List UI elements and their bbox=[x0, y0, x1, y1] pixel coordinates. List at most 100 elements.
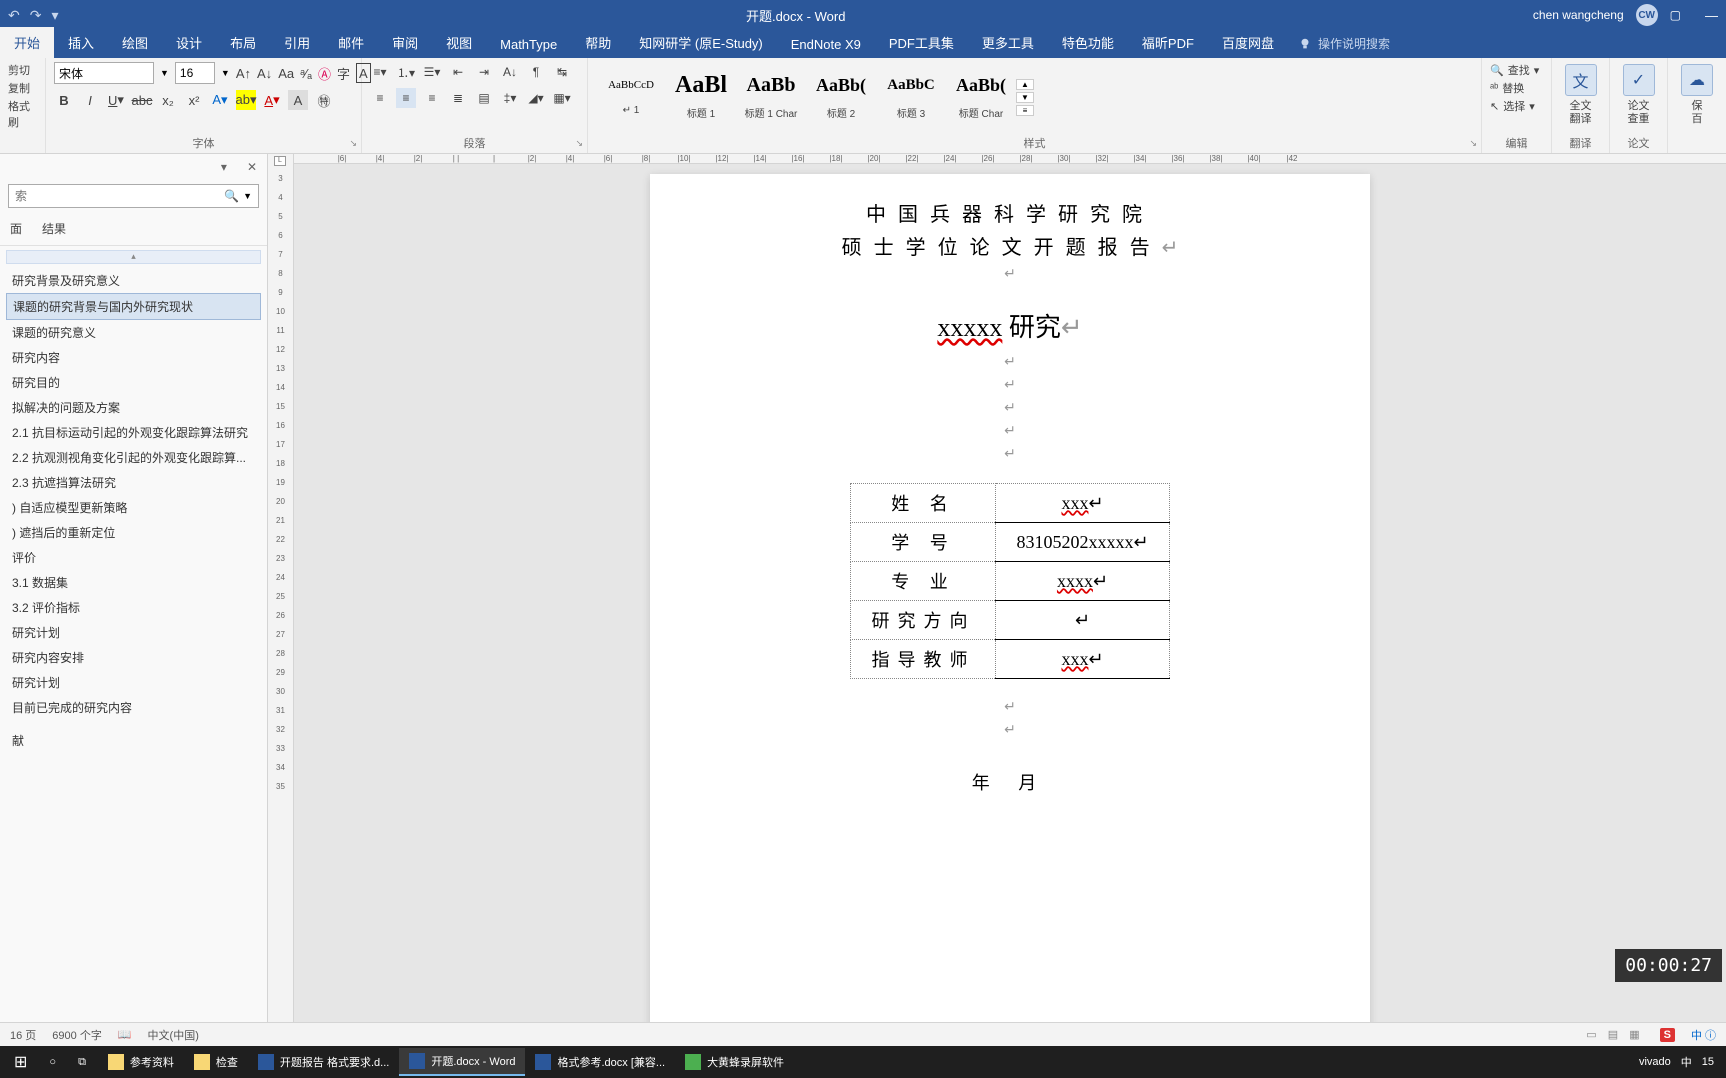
translate-icon[interactable]: 文 bbox=[1565, 64, 1597, 96]
taskbar-item[interactable]: 格式参考.docx [兼容... bbox=[525, 1048, 675, 1076]
tray-ime[interactable]: 中 bbox=[1681, 1054, 1692, 1070]
highlight-icon[interactable]: ab▾ bbox=[236, 90, 256, 110]
search-button[interactable]: ○ bbox=[39, 1048, 66, 1076]
tab-insert[interactable]: 插入 bbox=[54, 27, 108, 58]
ribbon-display-icon[interactable]: ▢ bbox=[1670, 8, 1681, 22]
styles-gallery[interactable]: AaBbCcD↵ 1 AaBl标题 1 AaBb标题 1 Char AaBb(标… bbox=[596, 62, 1473, 133]
nav-tab-results[interactable]: 结果 bbox=[42, 220, 66, 237]
ime-lang[interactable]: 中 ⓘ bbox=[1691, 1027, 1716, 1043]
align-left-icon[interactable]: ≡ bbox=[370, 88, 390, 108]
taskbar-item[interactable]: 检查 bbox=[184, 1048, 248, 1076]
decrease-indent-icon[interactable]: ⇤ bbox=[448, 62, 468, 82]
undo-icon[interactable]: ↶ bbox=[8, 7, 20, 24]
horizontal-ruler[interactable]: |6||4||2|| |||2||4||6||8||10||12||14||16… bbox=[294, 154, 1726, 164]
document-area[interactable]: |6||4||2|| |||2||4||6||8||10||12||14||16… bbox=[294, 154, 1726, 1022]
gallery-more-icon[interactable]: ≡ bbox=[1016, 105, 1034, 116]
change-case-icon[interactable]: Aa bbox=[278, 63, 294, 83]
format-painter-button[interactable]: 格式刷 bbox=[8, 98, 37, 130]
nav-outline-item[interactable]: 拟解决的问题及方案 bbox=[6, 395, 261, 420]
copy-button[interactable]: 复制 bbox=[8, 80, 37, 96]
tab-view[interactable]: 视图 bbox=[432, 27, 486, 58]
start-button[interactable]: ⊞ bbox=[4, 1048, 37, 1076]
justify-icon[interactable]: ≣ bbox=[448, 88, 468, 108]
nav-outline-item[interactable]: 目前已完成的研究内容 bbox=[6, 695, 261, 720]
page[interactable]: 中国兵器科学研究院 硕士学位论文开题报告↵ ↵ xxxxx 研究↵ ↵ ↵ ↵ … bbox=[650, 174, 1370, 1022]
tab-moretools[interactable]: 更多工具 bbox=[968, 27, 1048, 58]
nav-outline-item[interactable]: 研究计划 bbox=[6, 620, 261, 645]
web-layout-icon[interactable]: ▦ bbox=[1629, 1029, 1639, 1041]
nav-outline-item[interactable] bbox=[6, 720, 261, 728]
superscript-icon[interactable]: x² bbox=[184, 90, 204, 110]
gallery-down-icon[interactable]: ▼ bbox=[1016, 92, 1034, 103]
nav-search-input[interactable] bbox=[15, 189, 224, 203]
font-name-drop-icon[interactable]: ▼ bbox=[160, 68, 169, 78]
cloud-icon[interactable]: ☁ bbox=[1681, 64, 1713, 96]
nav-outline-item[interactable]: 课题的研究意义 bbox=[6, 320, 261, 345]
increase-indent-icon[interactable]: ⇥ bbox=[474, 62, 494, 82]
qat-more-icon[interactable]: ▾ bbox=[51, 7, 58, 24]
nav-outline-item[interactable]: 研究目的 bbox=[6, 370, 261, 395]
close-icon[interactable]: ✕ bbox=[247, 160, 257, 174]
dialog-launcher-icon[interactable]: ↘ bbox=[575, 138, 583, 149]
vertical-ruler[interactable]: L 34567891011121314151617181920212223242… bbox=[268, 154, 294, 1022]
tab-baidu[interactable]: 百度网盘 bbox=[1208, 27, 1288, 58]
nav-outline-item[interactable]: 2.2 抗观测视角变化引起的外观变化跟踪算... bbox=[6, 445, 261, 470]
nav-search[interactable]: 🔍 ▼ bbox=[8, 184, 259, 208]
font-name-input[interactable] bbox=[54, 62, 154, 84]
nav-outline-item[interactable]: 2.3 抗遮挡算法研究 bbox=[6, 470, 261, 495]
gallery-up-icon[interactable]: ▲ bbox=[1016, 79, 1034, 90]
grow-font-icon[interactable]: A↑ bbox=[236, 63, 251, 83]
taskbar-item[interactable]: 大黄蜂录屏软件 bbox=[675, 1048, 794, 1076]
tab-features[interactable]: 特色功能 bbox=[1048, 27, 1128, 58]
tab-mathtype[interactable]: MathType bbox=[486, 31, 571, 58]
tab-design[interactable]: 设计 bbox=[162, 27, 216, 58]
nav-outline-item[interactable]: 课题的研究背景与国内外研究现状 bbox=[6, 293, 261, 320]
text-effects-icon[interactable]: A▾ bbox=[210, 90, 230, 110]
nav-outline-item[interactable]: 2.1 抗目标运动引起的外观变化跟踪算法研究 bbox=[6, 420, 261, 445]
tell-me[interactable]: 操作说明搜索 bbox=[1288, 29, 1400, 58]
minimize-icon[interactable]: — bbox=[1705, 8, 1718, 23]
font-size-input[interactable] bbox=[175, 62, 215, 84]
borders-icon[interactable]: ▦▾ bbox=[552, 88, 572, 108]
sort-icon[interactable]: A↓ bbox=[500, 62, 520, 82]
align-center-icon[interactable]: ≡ bbox=[396, 88, 416, 108]
select-button[interactable]: ↖选择 ▾ bbox=[1490, 98, 1543, 114]
numbering-icon[interactable]: ⒈▾ bbox=[396, 62, 416, 82]
paper-check-icon[interactable]: ✓ bbox=[1623, 64, 1655, 96]
enclose-char-icon[interactable]: ㊕ bbox=[314, 90, 334, 110]
clear-format-icon[interactable]: Ⓐ bbox=[318, 63, 331, 83]
collapse-bar[interactable]: ▴ bbox=[6, 250, 261, 264]
bold-icon[interactable]: B bbox=[54, 90, 74, 110]
nav-outline-item[interactable]: 研究内容 bbox=[6, 345, 261, 370]
dialog-launcher-icon[interactable]: ↘ bbox=[349, 138, 357, 149]
char-shading-icon[interactable]: A bbox=[288, 90, 308, 110]
page-count[interactable]: 16 页 bbox=[10, 1027, 36, 1043]
find-button[interactable]: 🔍查找 ▾ bbox=[1490, 62, 1543, 78]
tray-clock[interactable]: 15 bbox=[1702, 1056, 1714, 1068]
tab-endnote[interactable]: EndNote X9 bbox=[777, 31, 875, 58]
ime-badge[interactable]: S bbox=[1660, 1028, 1675, 1042]
read-mode-icon[interactable]: ▭ bbox=[1586, 1029, 1596, 1041]
bullets-icon[interactable]: ≡▾ bbox=[370, 62, 390, 82]
word-count[interactable]: 6900 个字 bbox=[52, 1027, 102, 1043]
chevron-down-icon[interactable]: ▼ bbox=[243, 191, 252, 201]
taskbar-item[interactable]: 开题报告 格式要求.d... bbox=[248, 1048, 399, 1076]
tab-review[interactable]: 审阅 bbox=[378, 27, 432, 58]
line-spacing-icon[interactable]: ‡▾ bbox=[500, 88, 520, 108]
shrink-font-icon[interactable]: A↓ bbox=[257, 63, 272, 83]
print-layout-icon[interactable]: ▤ bbox=[1608, 1029, 1618, 1041]
taskbar-item[interactable]: 参考资料 bbox=[98, 1048, 184, 1076]
user-name[interactable]: chen wangcheng bbox=[1533, 8, 1624, 22]
cut-button[interactable]: 剪切 bbox=[8, 62, 37, 78]
italic-icon[interactable]: I bbox=[80, 90, 100, 110]
tab-draw[interactable]: 绘图 bbox=[108, 27, 162, 58]
replace-button[interactable]: ᵃᵇ替换 bbox=[1490, 80, 1543, 96]
nav-outline-item[interactable]: 3.1 数据集 bbox=[6, 570, 261, 595]
spell-icon[interactable]: 📖 bbox=[118, 1028, 132, 1041]
enclose-icon[interactable]: 字 bbox=[337, 63, 350, 83]
tab-references[interactable]: 引用 bbox=[270, 27, 324, 58]
nav-outline-item[interactable]: 3.2 评价指标 bbox=[6, 595, 261, 620]
show-marks-icon[interactable]: ¶ bbox=[526, 62, 546, 82]
avatar[interactable]: CW bbox=[1636, 4, 1658, 26]
redo-icon[interactable]: ↷ bbox=[30, 7, 42, 24]
